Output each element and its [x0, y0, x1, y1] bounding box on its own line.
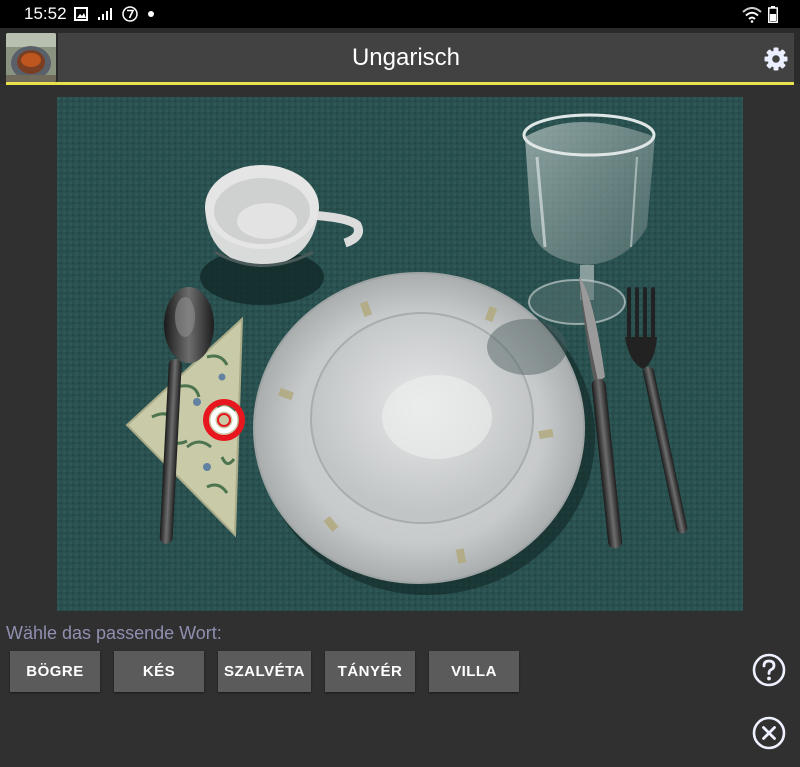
- question-circle-icon: [752, 653, 786, 687]
- quiz-photo[interactable]: [57, 97, 743, 611]
- signal-icon: [98, 8, 112, 20]
- answer-button-kes[interactable]: KÉS: [114, 651, 204, 692]
- app-bar-accent-line: [6, 82, 794, 85]
- app-thumbnail[interactable]: [6, 33, 56, 82]
- help-button[interactable]: [752, 653, 786, 687]
- status-time: 15:52: [24, 4, 67, 23]
- gear-icon: [764, 47, 788, 71]
- battery-icon: [768, 6, 778, 23]
- close-circle-icon: [752, 716, 786, 750]
- quiz-prompt: Wähle das passende Wort:: [6, 623, 222, 643]
- status-icons-right: [742, 6, 778, 23]
- page-title: Ungarisch: [351, 44, 461, 71]
- answer-button-szalveta[interactable]: SZALVÉTA: [218, 651, 311, 692]
- close-button[interactable]: [752, 716, 786, 750]
- image-icon: [74, 7, 88, 21]
- wifi-icon: [742, 6, 762, 23]
- circled-7-icon: [122, 6, 138, 22]
- answer-button-tanyer[interactable]: TÁNYÉR: [325, 651, 415, 692]
- dot-icon: [148, 11, 154, 17]
- status-icons-left: [74, 6, 155, 22]
- answer-button-boegre[interactable]: BÖGRE: [10, 651, 100, 692]
- status-bar: 15:52: [0, 0, 800, 28]
- answer-button-villa[interactable]: VILLA: [429, 651, 519, 692]
- settings-button[interactable]: [762, 45, 790, 73]
